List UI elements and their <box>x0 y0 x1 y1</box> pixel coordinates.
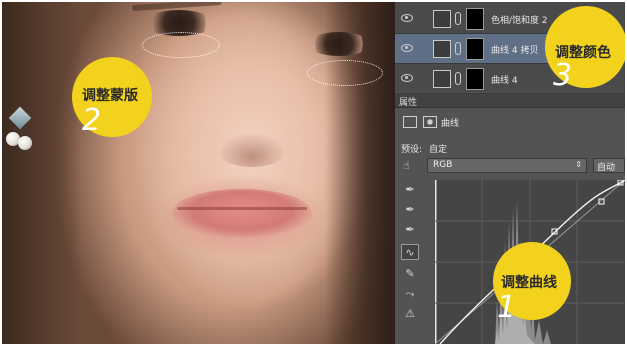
chain-link-icon[interactable] <box>455 42 461 55</box>
eyedropper-gray-icon[interactable]: ✒ <box>401 202 419 218</box>
under-eye-selection-right <box>307 60 383 86</box>
under-eye-selection-left <box>142 32 220 58</box>
curves-adjustment-icon[interactable] <box>403 116 417 128</box>
properties-title: 属性 <box>399 98 418 108</box>
properties-header: 属性 <box>395 94 625 108</box>
screenshot-frame: 调整蒙版 2 色相/饱和度 2 曲线 4 拷贝 曲线 4 调整颜色 3 属性 曲… <box>0 0 627 346</box>
hair-left <box>2 2 82 344</box>
auto-button[interactable]: 自动 <box>593 158 625 173</box>
visibility-eye-icon[interactable] <box>401 44 413 52</box>
pencil-icon[interactable]: ✎ <box>401 266 419 282</box>
adjustment-layer-icon <box>433 10 451 28</box>
chain-link-icon[interactable] <box>455 72 461 85</box>
badge-curve-text: 调整曲线 <box>501 275 557 291</box>
curves-toolbar: ✒ ✒ ✒ ∿ ✎ ⤳ ⚠ <box>399 182 421 342</box>
adjustment-layer-icon <box>433 70 451 88</box>
adjustment-layer-icon <box>433 40 451 58</box>
properties-panel: 属性 曲线 预设: 自定 ☝ RGB ⇕ 自动 ✒ ✒ ✒ ∿ ✎ ⤳ ⚠ 调整… <box>395 94 625 344</box>
lip-line <box>177 207 307 210</box>
curve-tool-icon[interactable]: ∿ <box>401 244 419 260</box>
on-image-adjust-icon[interactable]: ☝ <box>403 160 417 172</box>
badge-mask-text: 调整蒙版 <box>82 88 138 104</box>
badge-color-number: 3 <box>553 58 573 93</box>
curve-graph[interactable]: 调整曲线 1 <box>435 180 625 344</box>
chain-link-icon[interactable] <box>455 12 461 25</box>
smooth-icon[interactable]: ⤳ <box>401 286 419 302</box>
visibility-eye-icon[interactable] <box>401 74 413 82</box>
earring-gem <box>8 106 32 130</box>
layer-name: 色相/饱和度 2 <box>491 16 548 26</box>
auto-label: 自动 <box>597 163 616 173</box>
layer-name: 曲线 4 拷贝 <box>491 46 539 56</box>
portrait-photo: 调整蒙版 2 <box>2 2 395 344</box>
preset-dropdown[interactable]: 自定 <box>429 142 447 155</box>
earring <box>6 106 36 155</box>
earring-pearl <box>18 136 32 150</box>
layer-mask-thumbnail[interactable] <box>466 38 484 60</box>
clipping-icon[interactable]: ⚠ <box>401 306 419 322</box>
mask-icon[interactable] <box>423 116 437 128</box>
channel-select[interactable]: RGB ⇕ <box>427 158 587 173</box>
layer-name: 曲线 4 <box>491 76 518 86</box>
channel-value: RGB <box>433 160 453 170</box>
eyedropper-black-icon[interactable]: ✒ <box>401 182 419 198</box>
eyedropper-white-icon[interactable]: ✒ <box>401 222 419 238</box>
adjustment-type-label: 曲线 <box>441 119 460 129</box>
annotation-badge-color: 调整颜色 3 <box>545 6 625 93</box>
photoshop-panels: 色相/饱和度 2 曲线 4 拷贝 曲线 4 调整颜色 3 属性 曲线 预设: 自… <box>395 2 625 344</box>
chevron-updown-icon: ⇕ <box>575 160 582 169</box>
layer-mask-thumbnail[interactable] <box>466 8 484 30</box>
badge-curve-number: 1 <box>497 290 517 325</box>
visibility-eye-icon[interactable] <box>401 14 413 22</box>
eye-right <box>308 32 370 56</box>
badge-mask-number: 2 <box>82 103 102 138</box>
preset-label: 预设: <box>401 145 423 155</box>
layer-mask-thumbnail[interactable] <box>466 68 484 90</box>
lips <box>172 189 312 237</box>
annotation-badge-mask: 调整蒙版 2 <box>72 57 152 138</box>
nose <box>217 132 287 167</box>
annotation-badge-curve: 调整曲线 1 <box>493 242 571 325</box>
